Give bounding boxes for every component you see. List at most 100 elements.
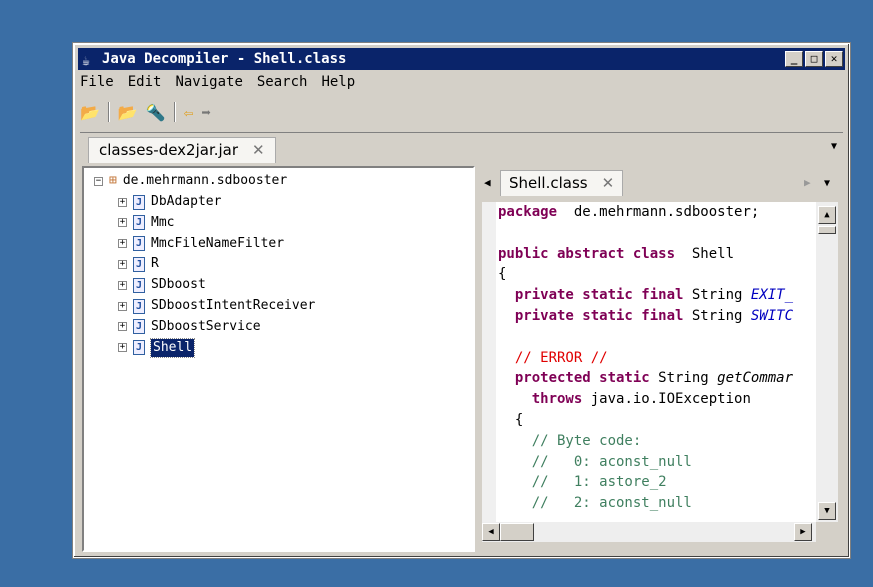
vertical-scrollbar[interactable]: ▲ ▼ [816,202,838,522]
code-line: package de.mehrmann.sdbooster; [498,202,759,222]
minimize-button[interactable]: _ [785,51,803,67]
class-file-icon: J [133,194,145,210]
class-file-icon: J [133,277,145,293]
tree-item[interactable]: + J DbAdapter [118,193,221,211]
tab-dropdown-icon[interactable]: ▼ [824,178,830,189]
class-file-icon: J [133,236,145,252]
scroll-thumb[interactable] [500,523,534,541]
code-token: String [683,308,751,324]
search-icon[interactable]: 🔦 [146,103,166,122]
code-token: Shell [675,245,735,262]
scroll-right-button[interactable]: ▶ [794,523,812,541]
menu-search[interactable]: Search [257,74,308,90]
menu-file[interactable]: File [80,74,114,90]
code-token: public abstract class [498,245,676,262]
collapse-icon[interactable]: − [94,176,103,186]
horizontal-scrollbar[interactable]: ◀ ▶ [482,522,816,542]
expand-icon[interactable]: + [118,280,127,290]
code-token: { [498,266,507,283]
expand-icon[interactable]: + [118,259,127,269]
code-token: private static final [514,308,684,324]
code-line: { [498,264,506,284]
tree-item[interactable]: + J SDboost [118,276,206,294]
close-tab-icon[interactable]: ✕ [602,174,615,193]
menu-edit[interactable]: Edit [128,74,162,90]
code-view[interactable]: package de.mehrmann.sdbooster; public abs… [482,202,816,522]
scroll-tabs-left-icon[interactable]: ◀ [484,176,491,189]
expand-icon[interactable]: + [118,197,127,207]
tree-item-label: Shell [149,337,196,358]
close-tab-icon[interactable]: ✕ [252,141,265,160]
code-token: // 0: aconst_null [531,453,692,470]
tab-label: Shell.class [509,174,588,192]
tree-item[interactable]: + J Shell [118,337,196,358]
tab-classes-dex2jar[interactable]: classes-dex2jar.jar ✕ [88,137,276,163]
code-token: // 2: aconst_null [531,495,692,512]
tab-shell-class[interactable]: Shell.class ✕ [500,170,624,196]
code-token: // ERROR // [514,349,608,366]
open-type-icon[interactable]: 📂 [118,103,138,122]
tree-item-label: Mmc [151,214,175,230]
code-line: protected static String getCommar [498,368,793,388]
tree-item-label: R [151,256,159,272]
window-title: Java Decompiler - Shell.class [102,51,347,67]
tree-item[interactable]: + J SDboostIntentReceiver [118,297,315,315]
expand-icon[interactable]: + [118,322,127,332]
code-token: SWITC [750,308,794,324]
menu-navigate[interactable]: Navigate [175,74,242,90]
code-token: protected static [514,370,650,387]
close-button[interactable]: ✕ [825,51,843,67]
tree-item[interactable]: + J Mmc [118,214,174,232]
tree-item[interactable]: + J SDboostService [118,318,261,336]
open-folder-icon[interactable]: 📂 [80,103,100,122]
tab-label: classes-dex2jar.jar [99,141,239,159]
tab-dropdown-icon[interactable]: ▼ [831,141,837,152]
title-bar[interactable]: ☕ Java Decompiler - Shell.class _ □ ✕ [78,48,845,70]
expand-icon[interactable]: + [118,239,127,249]
code-token: // Byte code: [531,432,642,449]
tree-item-label: MmcFileNameFilter [151,235,285,251]
tree-item[interactable]: + J R [118,255,159,273]
expand-icon[interactable]: + [118,343,127,353]
app-icon: ☕ [82,54,90,69]
tree-item-label: SDboostIntentReceiver [151,298,316,313]
code-token: package [498,204,558,220]
package-tree: − ⊞ de.mehrmann.sdbooster + J DbAdapter + J Mmc +… [82,166,475,552]
code-token: de.mehrmann.sdbooster; [557,204,760,220]
toolbar: 📂 📂 🔦 ⇦ ➡ [80,102,211,122]
class-file-icon: J [133,298,145,314]
expand-icon[interactable]: + [118,218,127,228]
code-token: throws [531,391,583,408]
scroll-down-button[interactable]: ▼ [818,502,836,520]
scroll-tabs-right-icon[interactable]: ▶ [804,176,811,189]
code-line: // 2: aconst_null [498,493,692,513]
scroll-up-button[interactable]: ▲ [818,206,836,224]
scroll-thumb[interactable] [818,226,836,234]
main-window: ☕ Java Decompiler - Shell.class _ □ ✕ Fi… [73,43,850,558]
tree-package[interactable]: − ⊞ de.mehrmann.sdbooster [94,172,287,190]
tree-item-label: DbAdapter [151,194,222,209]
code-token: EXIT_ [750,287,794,304]
maximize-button[interactable]: □ [805,51,823,67]
code-line: private static final String EXIT_ [498,285,793,305]
toolbar-separator [173,102,176,122]
code-line: // 0: aconst_null [498,452,692,472]
class-file-icon: J [133,319,145,335]
scroll-left-button[interactable]: ◀ [482,523,500,541]
class-file-icon: J [133,256,145,272]
code-line: throws java.io.IOException [498,389,751,409]
menu-help[interactable]: Help [321,74,355,90]
back-arrow-icon[interactable]: ⇦ [184,103,194,122]
package-label: de.mehrmann.sdbooster [122,173,288,188]
expand-icon[interactable]: + [118,301,127,311]
tree-item[interactable]: + J MmcFileNameFilter [118,235,284,253]
forward-arrow-icon[interactable]: ➡ [201,103,211,122]
